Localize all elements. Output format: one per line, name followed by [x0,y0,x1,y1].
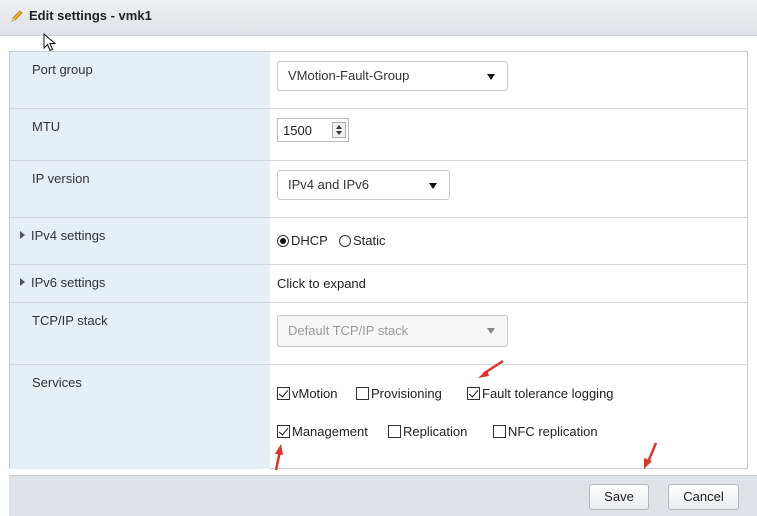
mtu-stepper-buttons[interactable] [332,122,346,138]
management-checkbox[interactable] [277,425,290,438]
stepper-up-icon[interactable] [336,125,342,129]
mouse-pointer-icon [43,33,57,52]
service-replication[interactable]: Replication [388,424,467,439]
port-group-label: Port group [10,52,270,108]
expand-triangle-icon[interactable] [20,231,25,239]
static-option[interactable]: Static [339,233,386,248]
ipv6-settings-label[interactable]: IPv6 settings [10,265,270,302]
settings-form: Port group VMotion-Fault-Group MTU 1500 … [9,51,748,469]
chevron-down-icon [429,183,437,189]
pencil-icon [11,10,23,22]
dhcp-option[interactable]: DHCP [277,233,328,248]
service-vmotion[interactable]: vMotion [277,386,338,401]
ip-version-label: IP version [10,161,270,217]
provisioning-checkbox[interactable] [356,387,369,400]
static-label: Static [353,233,386,248]
ipv4-settings-text: IPv4 settings [31,228,106,243]
ipv6-expand-link[interactable]: Click to expand [277,276,366,291]
services-row: Services vMotion Provisioning Fault tole… [10,365,747,469]
dhcp-radio[interactable] [277,235,289,247]
ipv6-settings-row[interactable]: IPv6 settings Click to expand [10,265,747,303]
port-group-row: Port group VMotion-Fault-Group [10,52,747,109]
fault-tolerance-checkbox[interactable] [467,387,480,400]
dhcp-label: DHCP [291,233,328,248]
mtu-value: 1500 [283,123,312,138]
service-fault-tolerance[interactable]: Fault tolerance logging [467,386,614,401]
mtu-label: MTU [10,109,270,160]
dialog-footer: Save Cancel [9,475,757,516]
port-group-value: VMotion-Fault-Group [288,68,410,83]
expand-triangle-icon[interactable] [20,278,25,286]
nfc-replication-label: NFC replication [508,424,598,439]
replication-label: Replication [403,424,468,439]
ip-version-row: IP version IPv4 and IPv6 [10,161,747,218]
tcpip-stack-row: TCP/IP stack Default TCP/IP stack [10,303,747,365]
fault-tolerance-label: Fault tolerance logging [482,386,614,401]
management-label: Management [292,424,368,439]
services-label: Services [10,365,270,469]
dialog-titlebar: Edit settings - vmk1 [0,0,757,36]
chevron-down-icon [487,328,495,334]
stepper-down-icon[interactable] [336,131,342,135]
ip-version-value: IPv4 and IPv6 [288,177,369,192]
ipv4-settings-row[interactable]: IPv4 settings DHCP Static [10,218,747,265]
provisioning-label: Provisioning [371,386,442,401]
nfc-replication-checkbox[interactable] [493,425,506,438]
replication-checkbox[interactable] [388,425,401,438]
save-button[interactable]: Save [589,484,649,510]
service-provisioning[interactable]: Provisioning [356,386,442,401]
ipv6-settings-text: IPv6 settings [31,275,106,290]
ipv4-settings-label[interactable]: IPv4 settings [10,218,270,264]
service-nfc-replication[interactable]: NFC replication [493,424,598,439]
tcpip-stack-value: Default TCP/IP stack [288,323,409,338]
red-arrow-icon [644,442,658,469]
dialog-title: Edit settings - vmk1 [29,8,152,23]
port-group-select[interactable]: VMotion-Fault-Group [277,61,508,91]
service-management[interactable]: Management [277,424,368,439]
cancel-button[interactable]: Cancel [668,484,739,510]
tcpip-stack-label: TCP/IP stack [10,303,270,364]
ip-version-select[interactable]: IPv4 and IPv6 [277,170,450,200]
mtu-row: MTU 1500 [10,109,747,161]
red-arrow-icon [478,359,504,378]
vmotion-checkbox[interactable] [277,387,290,400]
vmotion-label: vMotion [292,386,338,401]
tcpip-stack-select: Default TCP/IP stack [277,315,508,347]
red-arrow-icon [274,444,283,471]
chevron-down-icon [487,74,495,80]
static-radio[interactable] [339,235,351,247]
mtu-stepper[interactable]: 1500 [277,118,349,142]
